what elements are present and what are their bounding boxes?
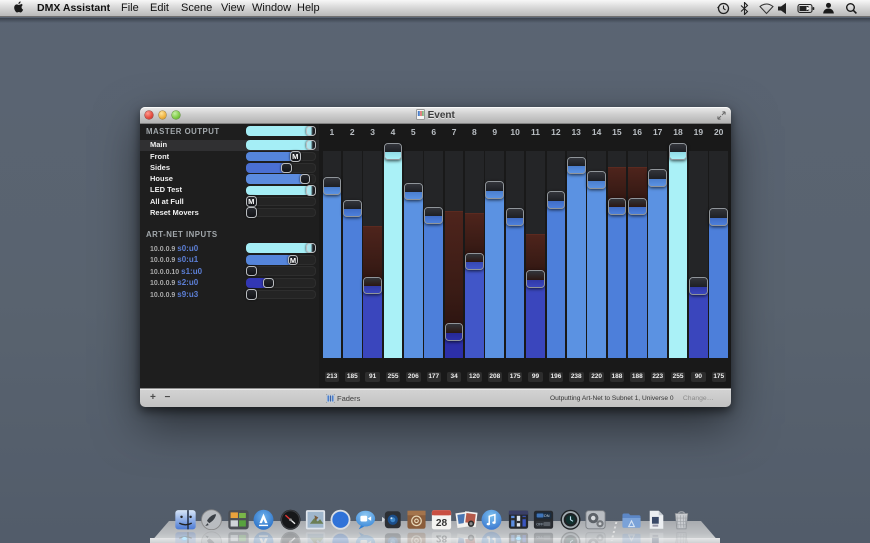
svg-text:ON: ON: [544, 514, 550, 518]
svg-text:28: 28: [436, 517, 448, 528]
svg-text:OFF: OFF: [536, 534, 544, 538]
svg-text:OFF: OFF: [536, 522, 544, 526]
svg-text:28: 28: [436, 532, 448, 543]
